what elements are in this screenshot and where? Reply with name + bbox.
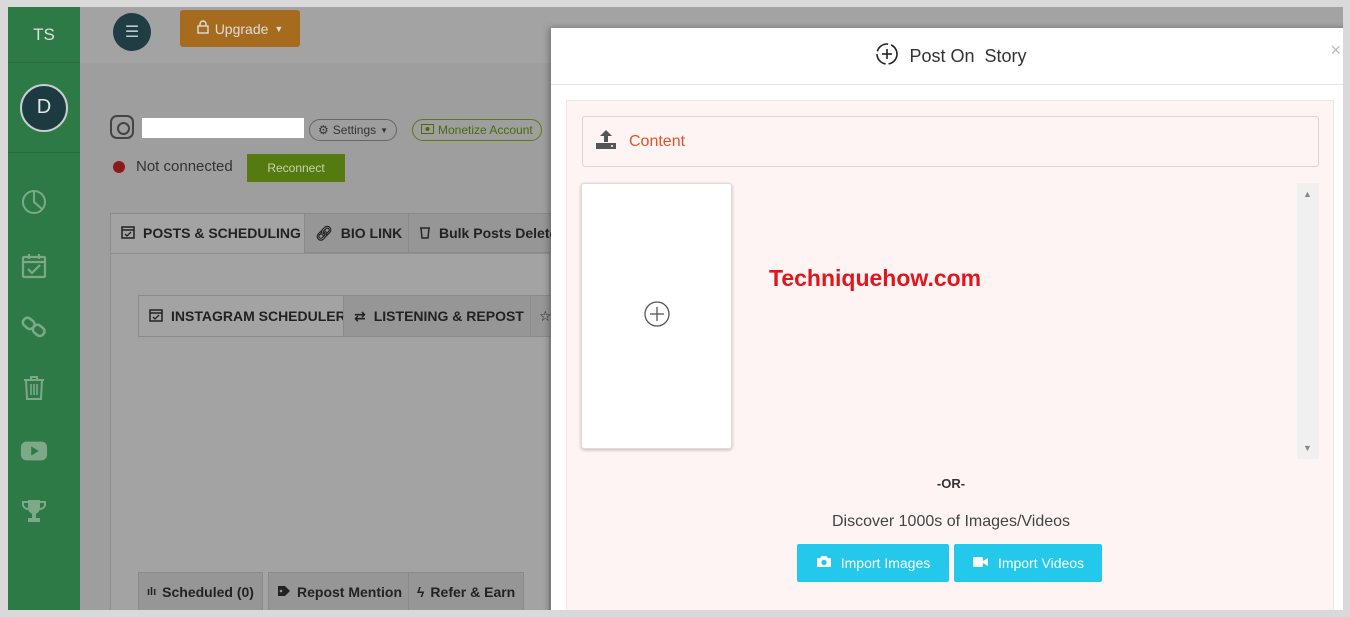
content-label: Content	[629, 132, 686, 150]
youtube-icon[interactable]	[20, 437, 48, 465]
tab-label: Bulk Posts Delete	[439, 225, 558, 241]
subtab-listening-repost[interactable]: ⇄ LISTENING & REPOST	[343, 295, 535, 337]
tab-scheduled[interactable]: ılı Scheduled (0)	[138, 572, 263, 610]
monetize-label: Monetize Account	[438, 123, 533, 137]
close-icon[interactable]: ×	[1330, 40, 1341, 61]
import-videos-button[interactable]: Import Videos	[954, 544, 1102, 582]
scrollbar[interactable]: ▲ ▼	[1297, 183, 1319, 459]
tag-icon	[277, 584, 291, 600]
settings-button[interactable]: ⚙ Settings ▼	[309, 119, 398, 141]
tab-refer-earn[interactable]: ϟ Refer & Earn	[408, 572, 525, 610]
link-icon: 🔗︎	[315, 224, 333, 241]
gear-icon: ⚙	[318, 123, 329, 137]
content-header: Content	[582, 116, 1319, 167]
instagram-icon	[110, 115, 134, 139]
sidebar: TS D	[8, 7, 80, 610]
modal-title-part1: Post On	[909, 45, 975, 66]
settings-label: Settings	[332, 123, 377, 137]
status-indicator	[113, 161, 125, 173]
app-frame: TS D ☰ Upgrade ▼ ⚙ Settings ▼ Monetize A…	[8, 7, 1343, 610]
sidebar-logo[interactable]: TS	[8, 7, 80, 63]
post-story-modal: Post On Story × Content Techniquehow.com…	[551, 28, 1343, 610]
modal-header: Post On Story ×	[551, 28, 1343, 85]
media-upload-box[interactable]	[581, 183, 732, 449]
connection-status: Not connected	[136, 158, 233, 175]
bolt-icon: ϟ	[417, 584, 425, 600]
calendar-icon	[149, 308, 163, 325]
sidebar-avatar-section: D	[8, 63, 80, 153]
repeat-icon: ⇄	[354, 307, 366, 324]
video-camera-icon	[972, 555, 989, 571]
add-circle-icon	[875, 42, 899, 71]
trophy-icon[interactable]	[20, 497, 48, 525]
link-icon[interactable]	[20, 313, 48, 341]
upgrade-label: Upgrade	[214, 20, 269, 37]
discover-text: Discover 1000s of Images/Videos	[831, 513, 1071, 530]
scroll-down-icon[interactable]: ▼	[1303, 443, 1312, 453]
trash-icon[interactable]	[20, 374, 48, 402]
camera-icon	[816, 555, 832, 571]
lock-icon	[196, 20, 209, 37]
upload-icon	[595, 128, 617, 155]
tab-label: BIO LINK	[340, 225, 403, 241]
monetize-account-button[interactable]: Monetize Account	[412, 119, 542, 141]
calendar-icon	[121, 225, 135, 242]
content-section: Content Techniquehow.com ▲ ▼ -OR- Discov…	[566, 100, 1334, 610]
modal-title-part2: Story	[984, 45, 1027, 66]
tab-repost-mention[interactable]: Repost Mention	[268, 572, 411, 610]
calendar-check-icon[interactable]	[20, 252, 48, 280]
upgrade-button[interactable]: Upgrade ▼	[180, 10, 300, 47]
tab-bio-link[interactable]: 🔗︎ BIO LINK	[304, 213, 414, 253]
bar-chart-icon: ılı	[147, 586, 157, 598]
or-divider: -OR-	[936, 476, 966, 491]
add-media-icon	[643, 300, 671, 333]
watermark-text: Techniquehow.com	[769, 265, 982, 291]
tab-label: Repost Mention	[297, 584, 402, 600]
tab-label: POSTS & SCHEDULING	[143, 225, 301, 241]
tab-posts-scheduling[interactable]: POSTS & SCHEDULING	[110, 213, 312, 253]
subtab-label: LISTENING & REPOST	[373, 308, 524, 324]
trash-icon	[419, 225, 431, 242]
money-icon	[421, 123, 434, 137]
caret-down-icon: ▼	[380, 125, 389, 135]
account-name-redacted	[142, 118, 304, 138]
star-icon: ☆	[539, 307, 552, 324]
import-images-button[interactable]: Import Images	[797, 544, 949, 582]
import-images-label: Import Images	[840, 555, 931, 571]
reconnect-button[interactable]: Reconnect	[247, 154, 345, 182]
hamburger-icon: ☰	[124, 24, 140, 41]
menu-button[interactable]: ☰	[113, 13, 151, 51]
scroll-up-icon[interactable]: ▲	[1303, 189, 1312, 199]
subtab-label: INSTAGRAM SCHEDULER	[171, 308, 346, 324]
caret-down-icon: ▼	[274, 23, 284, 34]
avatar[interactable]: D	[20, 83, 68, 132]
tab-label: Scheduled (0)	[162, 584, 254, 600]
tab-bulk-posts-delete[interactable]: Bulk Posts Delete	[408, 213, 558, 253]
subtab-instagram-scheduler[interactable]: INSTAGRAM SCHEDULER	[138, 295, 357, 337]
import-videos-label: Import Videos	[997, 555, 1085, 571]
tab-label: Refer & Earn	[430, 584, 516, 600]
pie-chart-icon[interactable]	[20, 188, 48, 216]
